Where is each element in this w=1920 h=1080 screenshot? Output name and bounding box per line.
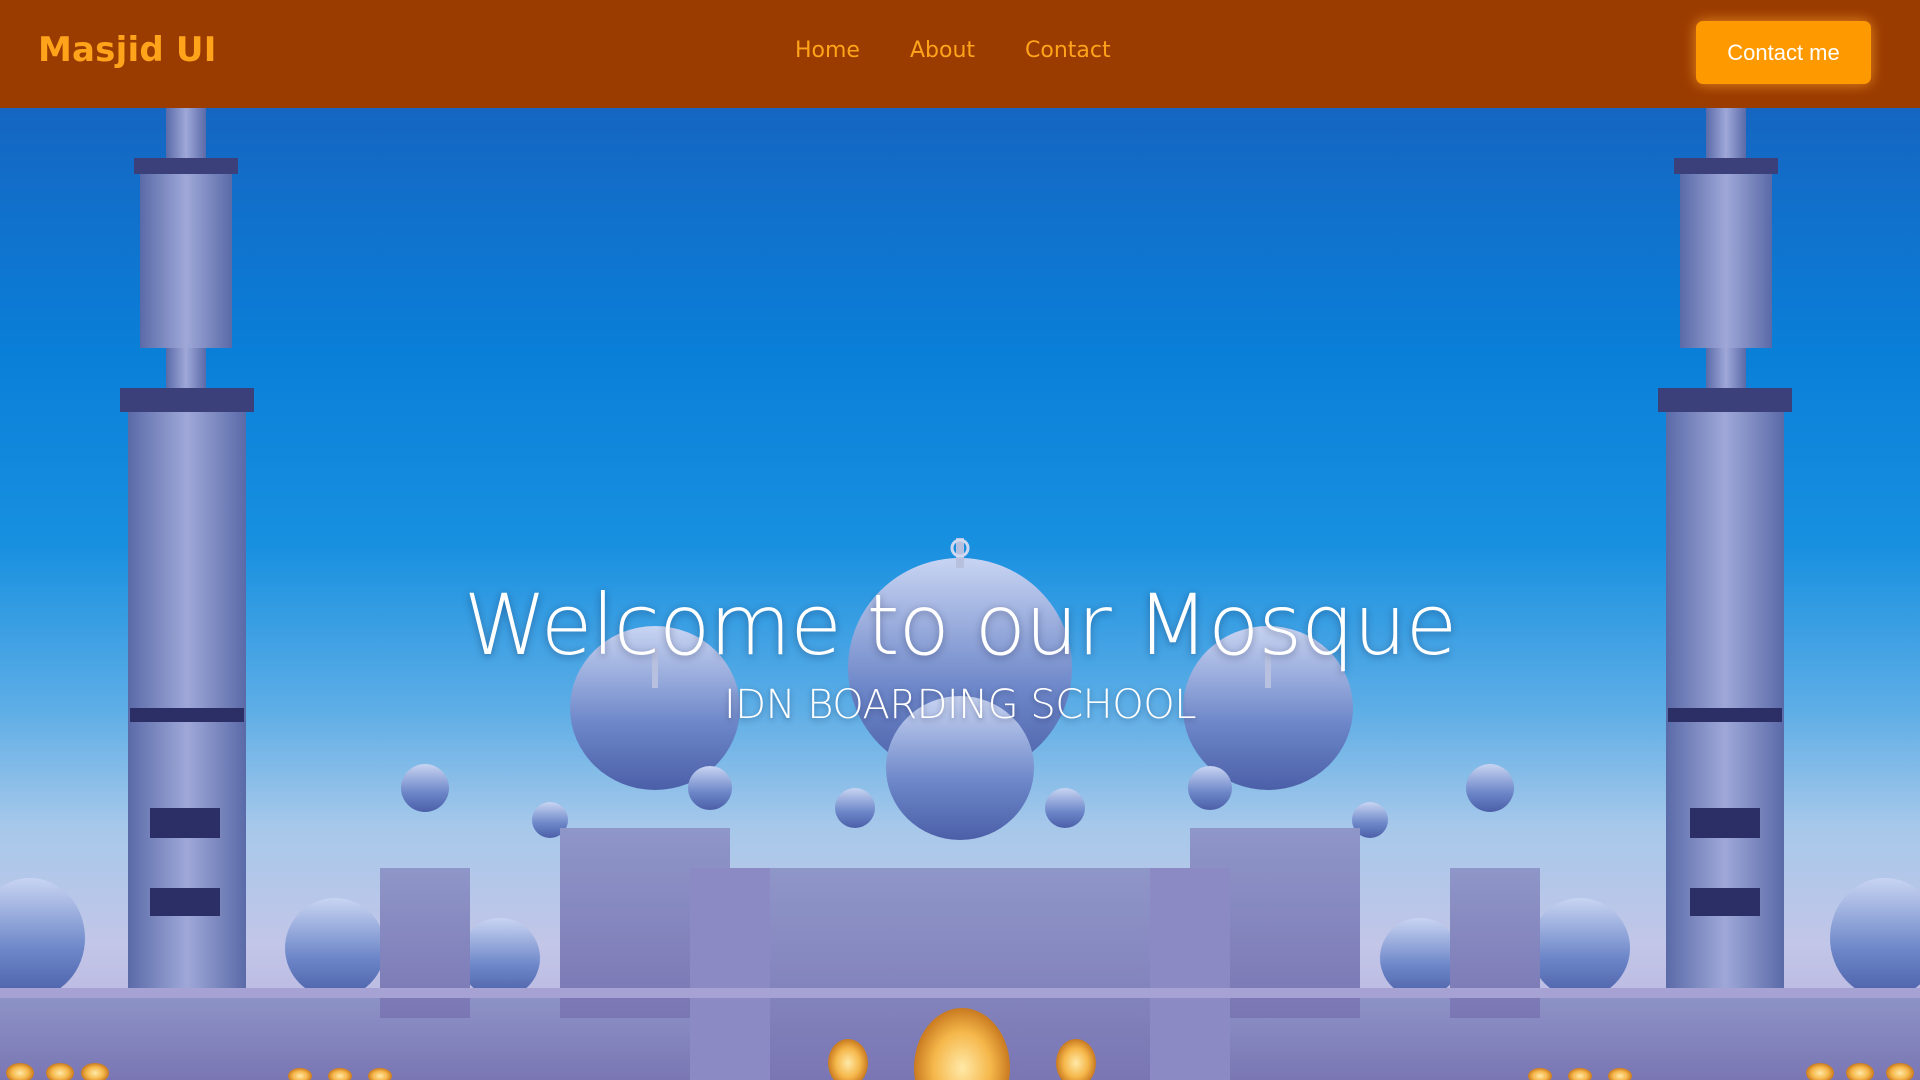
nav-link-about[interactable]: About <box>910 38 975 63</box>
top-navbar: Masjid UI Home About Contact Contact me <box>0 0 1920 108</box>
hero-subtitle: IDN BOARDING SCHOOL <box>723 682 1197 728</box>
nav-links: Home About Contact <box>795 38 1111 63</box>
nav-link-home[interactable]: Home <box>795 38 860 63</box>
contact-me-button[interactable]: Contact me <box>1696 21 1871 84</box>
nav-link-contact[interactable]: Contact <box>1025 38 1111 63</box>
hero-section: Welcome to our Mosque IDN BOARDING SCHOO… <box>0 108 1920 1080</box>
hero-title: Welcome to our Mosque <box>463 576 1458 674</box>
page: Masjid UI Home About Contact Contact me <box>0 0 1920 1080</box>
site-brand-logo[interactable]: Masjid UI <box>38 30 217 70</box>
